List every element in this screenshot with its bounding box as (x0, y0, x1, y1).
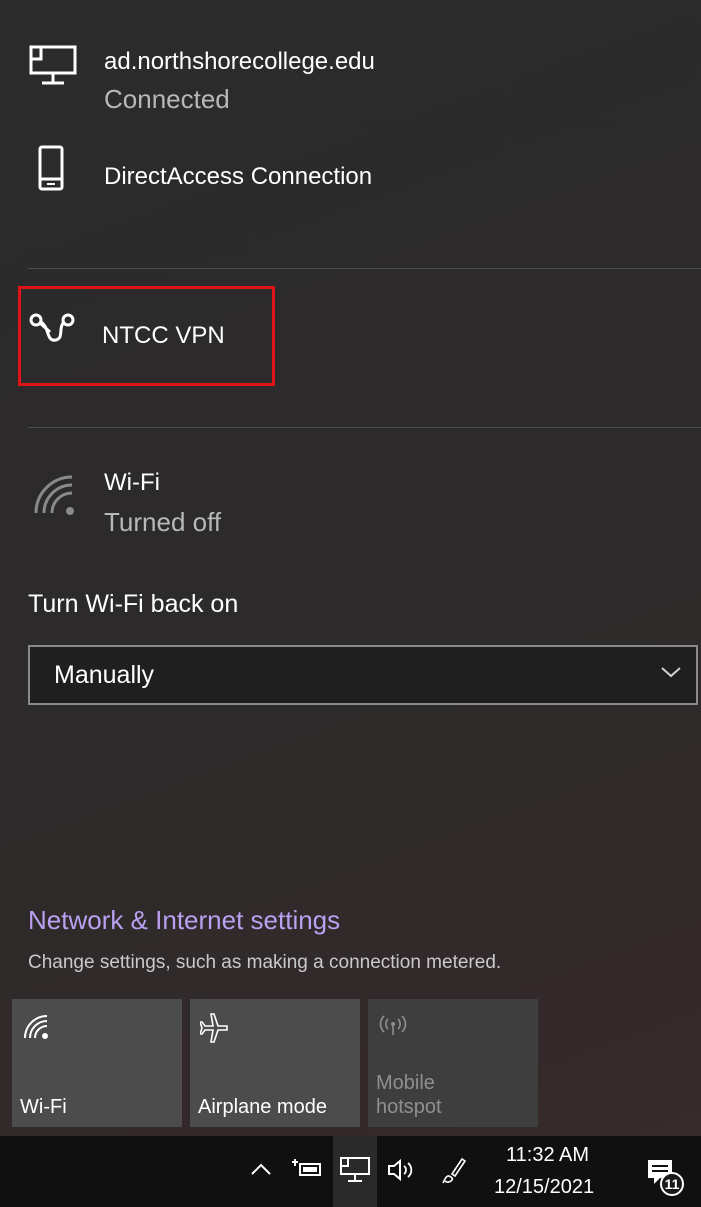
wifi-back-on-label: Turn Wi-Fi back on (28, 590, 239, 618)
network-item-ethernet[interactable]: ad.northshorecollege.edu Connected (28, 38, 668, 118)
clock-time[interactable]: 11:32 AM (506, 1144, 589, 1167)
ethernet-icon (340, 1157, 370, 1182)
chevron-up-icon[interactable] (250, 1162, 272, 1176)
divider (28, 427, 701, 428)
network-name: ad.northshorecollege.edu (104, 48, 375, 75)
tile-label: Mobile hotspot (376, 1071, 442, 1119)
vpn-highlight-box (18, 286, 275, 386)
airplane-icon (200, 1013, 228, 1043)
chevron-down-icon (661, 667, 681, 678)
tile-label-line1: Mobile (376, 1072, 435, 1094)
network-settings-link[interactable]: Network & Internet settings (28, 905, 340, 936)
network-name: Wi-Fi (104, 469, 160, 496)
network-status: Turned off (104, 507, 222, 537)
wifi-icon (34, 475, 74, 515)
tile-label-line2: hotspot (376, 1096, 442, 1118)
network-status: Connected (104, 84, 230, 114)
quick-action-mobile-hotspot[interactable]: Mobile hotspot (368, 999, 538, 1127)
network-settings-description: Change settings, such as making a connec… (28, 952, 502, 973)
select-value: Manually (54, 661, 155, 689)
quick-action-wifi[interactable]: Wi-Fi (12, 999, 182, 1127)
battery-plug-icon[interactable] (290, 1158, 322, 1180)
network-name: DirectAccess Connection (104, 163, 373, 190)
network-item-directaccess[interactable]: DirectAccess Connection (28, 145, 668, 205)
network-item-wifi[interactable]: Wi-Fi Turned off (28, 465, 668, 545)
ethernet-icon (29, 45, 77, 85)
clock-date[interactable]: 12/15/2021 (494, 1176, 594, 1199)
tile-label: Wi-Fi (20, 1096, 67, 1118)
divider (28, 268, 701, 269)
speaker-volume-icon[interactable] (386, 1158, 418, 1182)
quick-action-airplane-mode[interactable]: Airplane mode (190, 999, 360, 1127)
tile-label: Airplane mode (198, 1096, 327, 1118)
phone-device-icon (38, 145, 64, 191)
taskbar: 11:32 AM 12/15/2021 11 (0, 1136, 701, 1207)
notification-count-badge: 11 (660, 1172, 684, 1196)
mobile-hotspot-icon (379, 1015, 407, 1035)
pen-ink-icon[interactable] (440, 1156, 466, 1186)
wifi-back-on-select[interactable]: Manually (28, 645, 698, 705)
network-tray-button[interactable] (333, 1136, 377, 1207)
wifi-icon (24, 1015, 48, 1039)
